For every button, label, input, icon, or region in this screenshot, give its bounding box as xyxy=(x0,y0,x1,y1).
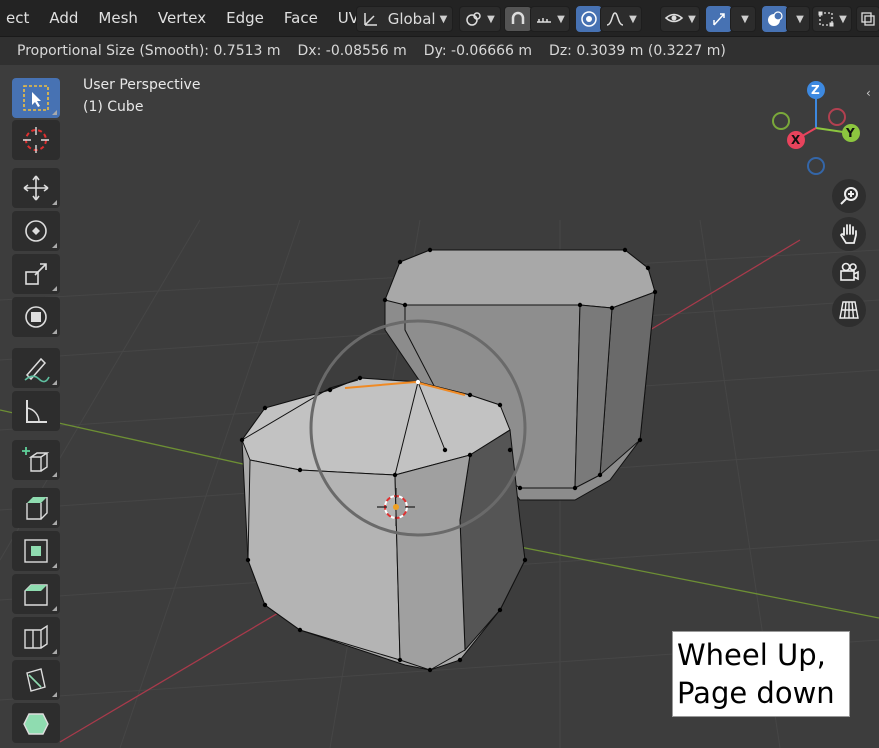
transform-orientation-dropdown[interactable]: Global ▼ xyxy=(356,6,453,32)
keystroke-overlay: Wheel Up, Page down xyxy=(672,631,850,717)
selectability-visibility-dropdown[interactable]: ▼ xyxy=(660,6,700,32)
active-object-label: (1) Cube xyxy=(83,99,144,115)
orientation-axes-icon xyxy=(363,13,377,26)
menu-vertex[interactable]: Vertex xyxy=(148,9,216,27)
gizmo-dropdown[interactable]: ▼ xyxy=(730,6,756,32)
scale-icon xyxy=(25,263,47,285)
gizmo-toggle[interactable] xyxy=(706,6,732,32)
dy-readout: Dy: -0.06666 m xyxy=(423,43,533,59)
chevron-down-icon: ▼ xyxy=(688,13,696,25)
mesh-vertices-icon xyxy=(818,11,834,27)
smooth-falloff-icon xyxy=(606,12,624,26)
tool-move[interactable] xyxy=(12,168,60,208)
sidebar-expand-icon[interactable]: ‹ xyxy=(866,86,871,100)
menu-mesh[interactable]: Mesh xyxy=(88,9,148,27)
tool-add-cube[interactable] xyxy=(12,440,60,480)
chevron-down-icon: ▼ xyxy=(741,13,749,25)
overlays-dropdown[interactable]: ▼ xyxy=(786,6,810,32)
menu-edge[interactable]: Edge xyxy=(216,9,274,27)
tool-extrude[interactable] xyxy=(12,488,60,528)
view-name-label: User Perspective xyxy=(83,77,201,93)
tool-poly-build[interactable] xyxy=(12,703,60,743)
gizmo-y-label[interactable]: Y xyxy=(846,126,855,140)
chevron-down-icon: ▼ xyxy=(487,13,495,25)
camera-view-button[interactable] xyxy=(832,255,866,289)
pivot-link-icon xyxy=(466,12,481,26)
pan-hand-icon xyxy=(839,224,857,244)
proportional-circle-icon xyxy=(581,11,597,27)
tool-select-box[interactable] xyxy=(12,78,60,118)
eye-cursor-icon xyxy=(665,13,684,23)
transform-icon xyxy=(25,306,47,328)
ortho-grid-icon xyxy=(839,301,859,319)
snap-target-dropdown[interactable]: ▼ xyxy=(530,6,570,32)
snap-increment-icon xyxy=(537,18,552,23)
inset-icon xyxy=(24,539,48,563)
gizmo-z-label[interactable]: Z xyxy=(811,83,820,97)
snap-toggle[interactable] xyxy=(504,6,532,32)
tool-inset[interactable] xyxy=(12,531,60,571)
chevron-down-icon: ▼ xyxy=(557,13,565,25)
select-box-icon xyxy=(23,85,49,111)
operator-status-bar: Proportional Size (Smooth): 0.7513 m Dx:… xyxy=(0,37,879,65)
zoom-icon xyxy=(840,187,858,205)
menu-select[interactable]: ect xyxy=(0,9,39,27)
bevel-icon xyxy=(24,584,48,606)
keystroke-line-1: Wheel Up, xyxy=(677,638,826,672)
move-icon xyxy=(23,175,49,201)
tool-bevel[interactable] xyxy=(12,574,60,614)
header-menu: ect Add Mesh Vertex Edge Face UV xyxy=(0,0,369,36)
measure-icon xyxy=(26,400,47,423)
poly-build-icon xyxy=(23,713,49,735)
mesh-edit-overlays-dropdown[interactable]: ▼ xyxy=(812,6,852,32)
dx-readout: Dx: -0.08556 m xyxy=(297,43,407,59)
orientation-label: Global xyxy=(387,10,436,28)
tool-measure[interactable] xyxy=(12,391,60,431)
tool-scale[interactable] xyxy=(12,254,60,294)
magnet-icon xyxy=(511,11,525,24)
rotate-icon xyxy=(25,220,47,242)
ortho-toggle-button[interactable] xyxy=(832,293,866,327)
gizmo-arrows-icon xyxy=(713,13,725,26)
tool-cursor[interactable] xyxy=(12,120,60,160)
pivot-point-dropdown[interactable]: ▼ xyxy=(459,6,501,32)
tool-rotate[interactable] xyxy=(12,211,60,251)
tool-annotate[interactable] xyxy=(12,348,60,388)
knife-icon xyxy=(26,668,46,692)
tool-transform[interactable] xyxy=(12,297,60,337)
falloff-dropdown[interactable]: ▼ xyxy=(600,6,642,32)
chevron-down-icon: ▼ xyxy=(439,13,448,25)
overlays-toggle[interactable] xyxy=(762,6,788,32)
extrude-icon xyxy=(26,497,48,520)
keystroke-line-2: Page down xyxy=(677,676,835,710)
chevron-down-icon: ▼ xyxy=(839,13,847,25)
tool-knife[interactable] xyxy=(12,660,60,700)
loop-cut-icon xyxy=(24,624,48,649)
pan-button[interactable] xyxy=(832,217,866,251)
gizmo-x-label[interactable]: X xyxy=(791,133,800,147)
menu-add[interactable]: Add xyxy=(39,9,88,27)
xray-toggle[interactable] xyxy=(856,6,879,32)
dz-readout: Dz: 0.3039 m (0.3227 m) xyxy=(549,43,726,59)
proportional-editing-toggle[interactable] xyxy=(576,6,602,32)
tool-loop-cut[interactable] xyxy=(12,617,60,657)
add-cube-icon xyxy=(22,447,50,472)
zoom-button[interactable] xyxy=(832,179,866,213)
menu-face[interactable]: Face xyxy=(274,9,328,27)
editor-header: ect Add Mesh Vertex Edge Face UV Global … xyxy=(0,0,879,37)
cursor-icon xyxy=(23,127,49,153)
overlays-icon xyxy=(768,11,783,26)
front-cube-mesh xyxy=(241,377,526,671)
chevron-down-icon: ▼ xyxy=(629,13,637,25)
camera-icon xyxy=(840,262,859,281)
proportional-size-readout: Proportional Size (Smooth): 0.7513 m xyxy=(17,43,281,59)
xray-icon xyxy=(861,12,875,26)
annotate-icon xyxy=(24,357,50,383)
chevron-down-icon: ▼ xyxy=(796,13,804,25)
